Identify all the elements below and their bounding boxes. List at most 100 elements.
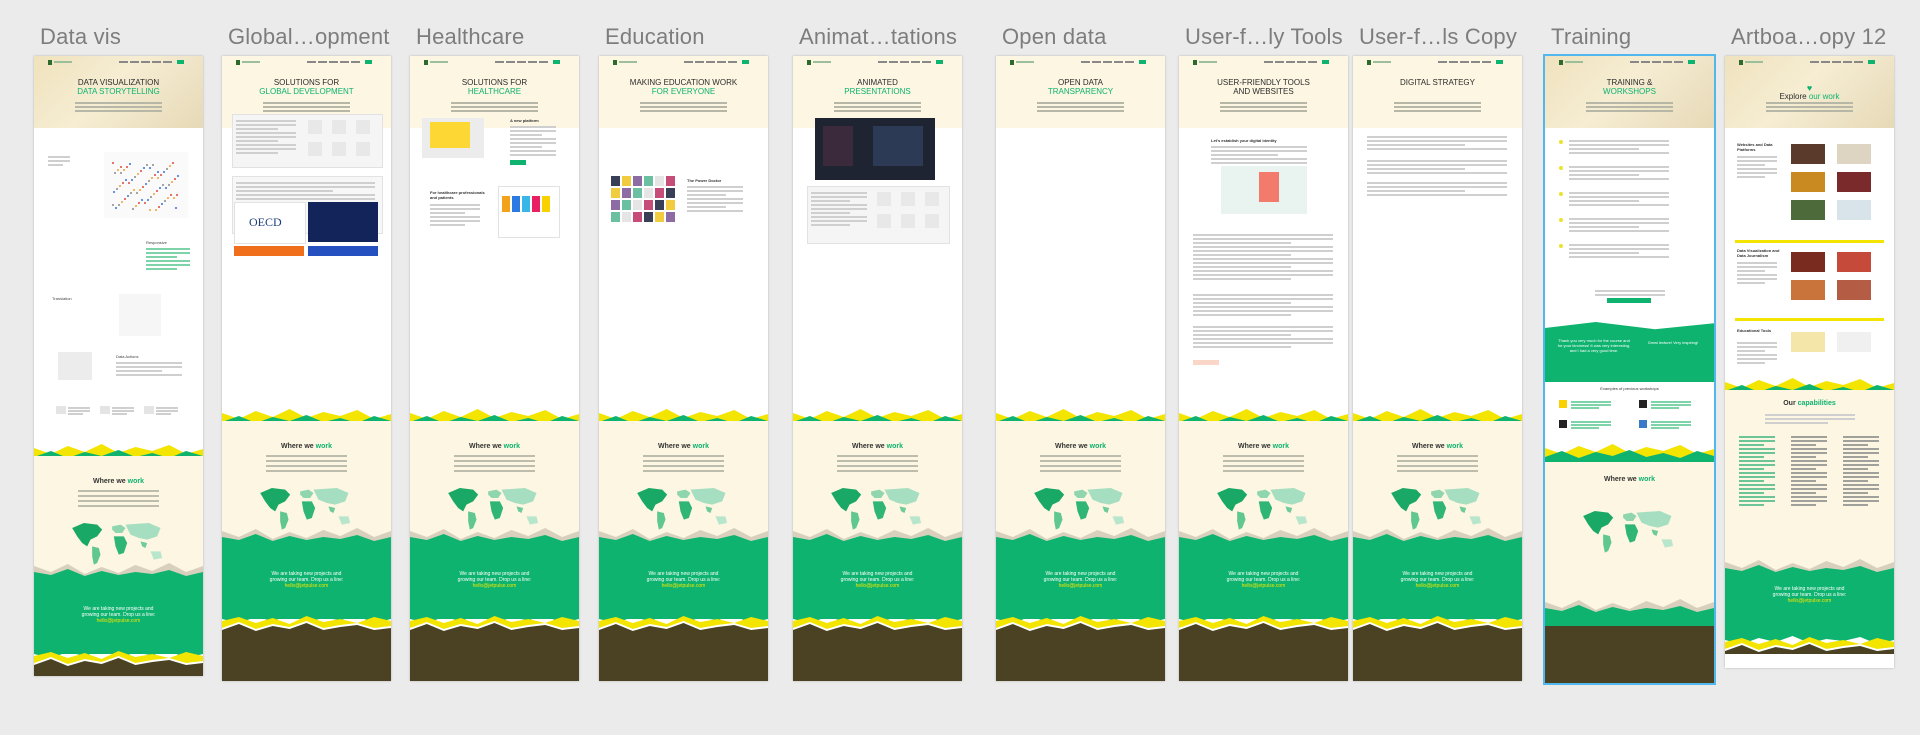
- nav-link[interactable]: [1296, 61, 1306, 63]
- artboard-title[interactable]: Healthcare: [416, 24, 524, 50]
- nav-link[interactable]: [921, 61, 931, 63]
- artboard-title[interactable]: Artboa…opy 12: [1731, 24, 1886, 50]
- contact-email-link[interactable]: hello@jetpulse.com: [599, 583, 768, 589]
- artboard-frame[interactable]: ANIMATED PRESENTATIONS Where we work We are…: [793, 56, 962, 681]
- nav-link[interactable]: [1629, 61, 1639, 63]
- artboard-title[interactable]: Education: [605, 24, 705, 50]
- nav-link[interactable]: [1285, 61, 1295, 63]
- nav-link[interactable]: [129, 61, 139, 63]
- artboard-title[interactable]: Training: [1551, 24, 1631, 50]
- logo-icon[interactable]: [807, 60, 811, 65]
- artboard-frame[interactable]: OPEN DATA TRANSPARENCY Where we work We are…: [996, 56, 1165, 681]
- logo-icon[interactable]: [613, 60, 617, 65]
- nav-link[interactable]: [1820, 61, 1830, 63]
- logo-icon[interactable]: [236, 60, 240, 65]
- nav-link[interactable]: [538, 61, 548, 63]
- nav-link[interactable]: [118, 61, 128, 63]
- nav-link[interactable]: [516, 61, 526, 63]
- artboard-frame[interactable]: ♥ Explore our work Websites and Data Platf…: [1725, 56, 1894, 668]
- nav-link[interactable]: [727, 61, 737, 63]
- nav-link[interactable]: [1307, 61, 1317, 63]
- nav-link[interactable]: [1831, 61, 1841, 63]
- artboard-frame[interactable]: TRAINING & WORKSHOPS Thank you very much f…: [1543, 54, 1716, 685]
- nav-link[interactable]: [1448, 61, 1458, 63]
- artboard-frame[interactable]: SOLUTIONS FOR GLOBAL DEVELOPMENT OECD Where…: [222, 56, 391, 681]
- nav-link[interactable]: [1481, 61, 1491, 63]
- artboard-title[interactable]: Data vis: [40, 24, 121, 50]
- logo-icon[interactable]: [424, 60, 428, 65]
- nav-link[interactable]: [1809, 61, 1819, 63]
- contact-email-link[interactable]: hello@jetpulse.com: [34, 618, 203, 624]
- nav-contact-button[interactable]: [1687, 60, 1695, 64]
- logo-icon[interactable]: [1010, 60, 1014, 65]
- nav-contact-button[interactable]: [1138, 60, 1146, 64]
- nav-link[interactable]: [162, 61, 172, 63]
- logo-icon[interactable]: [1367, 60, 1371, 65]
- nav-contact-button[interactable]: [741, 60, 749, 64]
- contact-email-link[interactable]: hello@jetpulse.com: [1179, 583, 1348, 589]
- nav-contact-button[interactable]: [935, 60, 943, 64]
- chart-point: [115, 207, 117, 209]
- artboard-frame[interactable]: DIGITAL STRATEGY Where we work We are taki…: [1353, 56, 1522, 681]
- artboard-title[interactable]: Animat…tations: [799, 24, 957, 50]
- contact-email-link[interactable]: hello@jetpulse.com: [1725, 598, 1894, 604]
- nav-link[interactable]: [1651, 61, 1661, 63]
- artboard-frame[interactable]: DATA VISUALIZATION DATA STORYTELLING Respo…: [34, 56, 203, 676]
- artboard-title[interactable]: User-f…ls Copy: [1359, 24, 1517, 50]
- nav-link[interactable]: [505, 61, 515, 63]
- nav-link[interactable]: [1459, 61, 1469, 63]
- artboard-frame[interactable]: MAKING EDUCATION WORK FOR EVERYONE The Pow…: [599, 56, 768, 681]
- nav-link[interactable]: [151, 61, 161, 63]
- nav-link[interactable]: [1437, 61, 1447, 63]
- nav-link[interactable]: [1102, 61, 1112, 63]
- nav-link[interactable]: [716, 61, 726, 63]
- contact-email-link[interactable]: hello@jetpulse.com: [222, 583, 391, 589]
- logo-icon[interactable]: [48, 60, 52, 65]
- logo-icon[interactable]: [1739, 60, 1743, 65]
- nav-link[interactable]: [877, 61, 887, 63]
- nav-link[interactable]: [494, 61, 504, 63]
- nav-link[interactable]: [1091, 61, 1101, 63]
- nav-link[interactable]: [1263, 61, 1273, 63]
- nav-link[interactable]: [1113, 61, 1123, 63]
- nav-contact-button[interactable]: [1321, 60, 1329, 64]
- nav-link[interactable]: [888, 61, 898, 63]
- nav-link[interactable]: [910, 61, 920, 63]
- nav-link[interactable]: [140, 61, 150, 63]
- artboard-title[interactable]: User-f…ly Tools: [1185, 24, 1343, 50]
- nav-contact-button[interactable]: [364, 60, 372, 64]
- nav-contact-button[interactable]: [1495, 60, 1503, 64]
- nav-link[interactable]: [694, 61, 704, 63]
- artboard-frame[interactable]: SOLUTIONS FOR HEALTHCARE A new platform For…: [410, 56, 579, 681]
- nav-link[interactable]: [1274, 61, 1284, 63]
- artboard-title[interactable]: Global…opment: [228, 24, 390, 50]
- nav-link[interactable]: [1662, 61, 1672, 63]
- nav-link[interactable]: [1853, 61, 1863, 63]
- nav-link[interactable]: [1470, 61, 1480, 63]
- nav-link[interactable]: [705, 61, 715, 63]
- contact-email-link[interactable]: hello@jetpulse.com: [996, 583, 1165, 589]
- artboard-title[interactable]: Open data: [1002, 24, 1107, 50]
- artboard-frame[interactable]: USER-FRIENDLY TOOLS AND WEBSITES Let's est…: [1179, 56, 1348, 681]
- nav-link[interactable]: [1842, 61, 1852, 63]
- nav-link[interactable]: [899, 61, 909, 63]
- nav-link[interactable]: [1124, 61, 1134, 63]
- contact-email-link[interactable]: hello@jetpulse.com: [1353, 583, 1522, 589]
- nav-link[interactable]: [683, 61, 693, 63]
- nav-contact-button[interactable]: [176, 60, 184, 64]
- nav-link[interactable]: [306, 61, 316, 63]
- nav-link[interactable]: [328, 61, 338, 63]
- nav-link[interactable]: [1673, 61, 1683, 63]
- logo-icon[interactable]: [1559, 60, 1563, 65]
- nav-contact-button[interactable]: [552, 60, 560, 64]
- nav-link[interactable]: [317, 61, 327, 63]
- nav-link[interactable]: [1080, 61, 1090, 63]
- nav-link[interactable]: [350, 61, 360, 63]
- contact-email-link[interactable]: hello@jetpulse.com: [793, 583, 962, 589]
- nav-link[interactable]: [527, 61, 537, 63]
- nav-link[interactable]: [339, 61, 349, 63]
- nav-contact-button[interactable]: [1867, 60, 1875, 64]
- contact-email-link[interactable]: hello@jetpulse.com: [410, 583, 579, 589]
- nav-link[interactable]: [1640, 61, 1650, 63]
- logo-icon[interactable]: [1193, 60, 1197, 65]
